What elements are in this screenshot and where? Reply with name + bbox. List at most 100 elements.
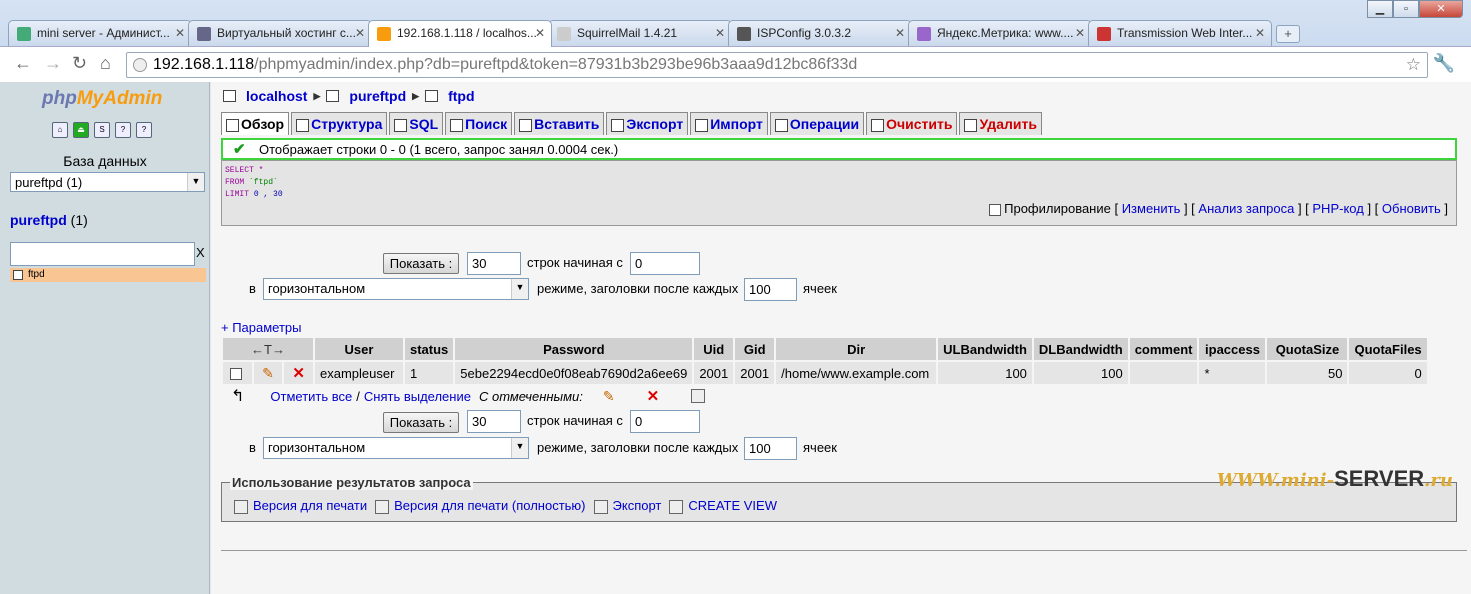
db-name-link[interactable]: pureftpd [10,212,67,228]
rows-input[interactable]: 30 [467,252,521,275]
breadcrumb-server[interactable]: localhost [246,88,307,104]
browser-tab[interactable]: SquirrelMail 1.4.21 ✕ [548,20,732,46]
close-icon[interactable]: ✕ [175,26,185,40]
column-header[interactable]: Uid [694,338,734,360]
check-icon: ✔ [233,141,246,158]
column-sort-arrows[interactable]: ←T→ [223,338,313,360]
column-header[interactable]: User [315,338,403,360]
maximize-button[interactable]: ▫ [1393,0,1419,18]
create-view-link[interactable]: CREATE VIEW [669,498,777,514]
parameters-toggle[interactable]: + Параметры [221,320,302,335]
browser-tab[interactable]: mini server - Админист... ✕ [8,20,192,46]
print-link[interactable]: Версия для печати [234,498,367,514]
in-label: в [249,440,256,455]
new-tab-button[interactable]: + [1276,25,1300,43]
tab-empty[interactable]: Очистить [866,112,958,135]
browser-tab[interactable]: Яндекс.Метрика: www.... ✕ [908,20,1092,46]
column-header[interactable]: ULBandwidth [938,338,1032,360]
home-icon[interactable]: ⌂ [52,122,68,138]
bookmark-star-icon[interactable]: ☆ [1406,55,1421,75]
display-mode-select[interactable]: горизонтальном ▼ [263,437,529,459]
tab-import[interactable]: Импорт [690,112,768,135]
close-icon[interactable]: ✕ [355,26,365,40]
filter-clear-button[interactable]: X [196,245,205,260]
rows-input[interactable]: 30 [467,410,521,433]
sidebar-table-item[interactable]: ftpd [10,268,206,282]
browser-tab[interactable]: ISPConfig 3.0.3.2 ✕ [728,20,912,46]
tab-browse[interactable]: Обзор [221,112,290,135]
tab-structure[interactable]: Структура [291,112,388,135]
server-icon [223,90,236,102]
pencil-icon[interactable]: ✎ [262,365,274,381]
show-button[interactable]: Показать : [383,412,459,433]
tab-insert[interactable]: Вставить [514,112,605,135]
address-bar[interactable]: 192.168.1.118/phpmyadmin/index.php?db=pu… [126,52,1428,78]
forward-arrow-icon[interactable]: → [44,53,62,74]
close-icon[interactable]: ✕ [895,26,905,40]
close-icon[interactable]: ✕ [1255,26,1265,40]
tab-title: Яндекс.Метрика: www.... [937,26,1074,40]
close-icon[interactable]: ✕ [535,26,545,40]
export-link[interactable]: Экспорт [593,498,661,514]
pencil-icon[interactable]: ✎ [603,388,615,405]
database-select[interactable]: pureftpd (1) ▼ [10,172,205,192]
export-icon[interactable] [691,389,706,403]
explain-query-link[interactable]: Анализ запроса [1198,201,1294,216]
tab-operations[interactable]: Операции [769,112,865,135]
close-window-button[interactable]: ✕ [1419,0,1463,18]
browser-tab[interactable]: Виртуальный хостинг с... ✕ [188,20,372,46]
column-header[interactable]: QuotaSize [1267,338,1348,360]
column-header[interactable]: comment [1129,338,1198,360]
docs-icon[interactable]: ? [136,122,152,138]
breadcrumb-db[interactable]: pureftpd [349,88,406,104]
column-header[interactable]: Dir [776,338,937,360]
delete-icon[interactable]: ✕ [647,387,660,405]
phpmyadmin-logo[interactable]: phpMyAdmin [42,88,162,110]
check-all-link[interactable]: Отметить все [270,389,352,404]
back-arrow-icon[interactable]: ← [14,53,32,74]
column-header[interactable]: status [405,338,454,360]
reload-icon[interactable]: ↻ [72,53,87,74]
browser-tab-active[interactable]: 192.168.1.118 / localhos... ✕ [368,20,552,47]
minimize-button[interactable]: ▁ [1367,0,1393,18]
home-icon[interactable]: ⌂ [100,53,111,74]
close-icon[interactable]: ✕ [1075,26,1085,40]
row-checkbox[interactable] [229,368,242,381]
tab-search[interactable]: Поиск [445,112,513,135]
tab-drop[interactable]: Удалить [959,112,1042,135]
wrench-icon[interactable]: 🔧 [1433,53,1455,74]
start-input[interactable]: 0 [630,252,700,275]
help-icon[interactable]: ? [115,122,131,138]
exit-icon[interactable]: ⏏ [73,122,89,138]
tab-export[interactable]: Экспорт [606,112,689,135]
column-header[interactable]: Password [455,338,693,360]
database-select-value: pureftpd (1) [15,175,83,190]
delete-icon[interactable]: ✕ [292,365,305,382]
column-header[interactable]: DLBandwidth [1033,338,1128,360]
display-mode-select[interactable]: горизонтальном ▼ [263,278,529,300]
profiling-checkbox[interactable] [989,203,1002,216]
php-code-link[interactable]: PHP-код [1312,201,1363,216]
breadcrumb-table[interactable]: ftpd [448,88,474,104]
edit-cell: ✎ [253,362,283,384]
print-full-link[interactable]: Версия для печати (полностью) [375,498,586,514]
column-header[interactable]: QuotaFiles [1349,338,1427,360]
headers-every-input[interactable]: 100 [744,278,797,301]
drop-icon [964,118,978,132]
show-button[interactable]: Показать : [383,253,459,274]
table-filter-input[interactable] [10,242,195,266]
table-cell: 1 [405,362,454,384]
column-header[interactable]: ipaccess [1199,338,1266,360]
tab-sql[interactable]: SQL [389,112,444,135]
browser-tab[interactable]: Transmission Web Inter... ✕ [1088,20,1272,46]
column-header[interactable]: Gid [735,338,775,360]
refresh-link[interactable]: Обновить [1382,201,1441,216]
sql-icon[interactable]: S [94,122,110,138]
edit-query-link[interactable]: Изменить [1122,201,1181,216]
start-input[interactable]: 0 [630,410,700,433]
sidebar-db-link[interactable]: pureftpd (1) [10,212,88,228]
uncheck-all-link[interactable]: Снять выделение [364,389,471,404]
close-icon[interactable]: ✕ [715,26,725,40]
headers-every-input[interactable]: 100 [744,437,797,460]
divider [221,550,1467,551]
